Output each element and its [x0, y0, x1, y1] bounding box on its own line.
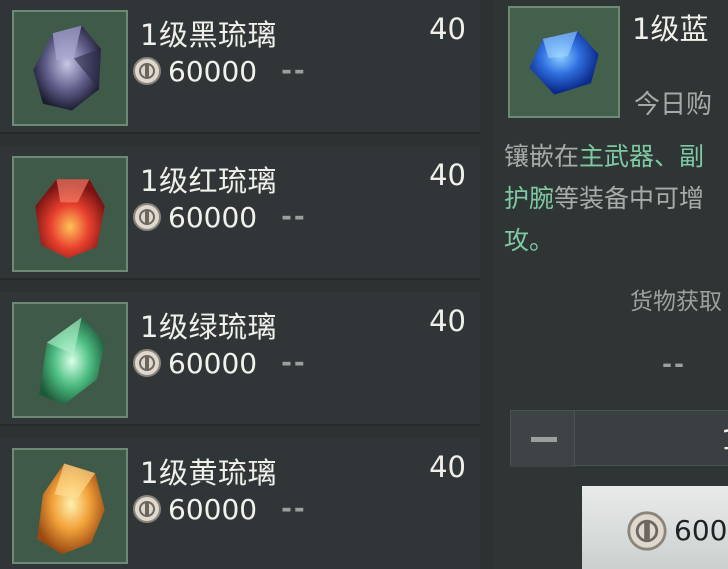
red-gem-icon — [35, 179, 105, 259]
price-row: 60000 -- — [132, 54, 307, 88]
item-thumbnail — [12, 10, 128, 126]
price-row: 60000 -- — [132, 492, 307, 526]
green-gem-icon — [39, 317, 105, 405]
detail-daily-limit: 今日购 — [634, 90, 713, 120]
buy-button[interactable]: 600 — [582, 486, 728, 569]
price-row: 60000 -- — [132, 200, 307, 234]
yellow-gem-icon — [37, 463, 105, 555]
item-price: 60000 — [168, 54, 258, 88]
item-status: -- — [281, 494, 307, 524]
list-item-green-glass[interactable]: 1级绿琉璃 40 60000 -- — [0, 292, 480, 426]
shop-screen: 1级黑琉璃 40 60000 -- 1级红琉璃 40 60000 -- 1级绿琉… — [0, 0, 728, 569]
list-item-red-glass[interactable]: 1级红琉璃 40 60000 -- — [0, 146, 480, 280]
item-count: 40 — [429, 158, 466, 192]
desc-highlight: 护腕 — [504, 184, 555, 213]
decrease-button[interactable] — [511, 411, 575, 467]
desc-line-2: 护腕等装备中可增 — [504, 184, 705, 213]
item-thumbnail — [12, 156, 128, 272]
item-price: 60000 — [168, 200, 258, 234]
quantity-stepper[interactable]: 1 — [510, 410, 728, 467]
black-gem-icon — [33, 25, 101, 111]
item-detail-panel: 1级蓝 今日购 镶嵌在主武器、副 护腕等装备中可增 攻。 货物获取 -- 1 6… — [494, 0, 728, 569]
detail-thumbnail — [508, 6, 620, 118]
item-name: 1级黑琉璃 — [140, 18, 277, 52]
detail-title: 1级蓝 — [632, 12, 709, 46]
desc-highlight: 主武器、副 — [579, 142, 705, 171]
coin-icon — [133, 57, 161, 85]
coin-icon — [627, 511, 667, 551]
price-row: 60000 -- — [132, 346, 307, 380]
item-status: -- — [281, 56, 307, 86]
coin-icon — [133, 349, 161, 377]
item-name: 1级红琉璃 — [140, 164, 277, 198]
desc-line-3: 攻。 — [504, 220, 728, 262]
item-count: 40 — [429, 450, 466, 484]
desc-line-1: 镶嵌在主武器、副 — [504, 142, 705, 171]
item-price: 60000 — [168, 492, 258, 526]
item-count: 40 — [429, 12, 466, 46]
minus-icon — [531, 437, 557, 442]
item-list: 1级黑琉璃 40 60000 -- 1级红琉璃 40 60000 -- 1级绿琉… — [0, 0, 480, 569]
item-status: -- — [281, 202, 307, 232]
list-item-black-glass[interactable]: 1级黑琉璃 40 60000 -- — [0, 0, 480, 134]
item-name: 1级黄琉璃 — [140, 456, 277, 490]
item-count: 40 — [429, 304, 466, 338]
detail-description: 镶嵌在主武器、副 护腕等装备中可增 攻。 — [504, 136, 728, 262]
coin-icon — [133, 495, 161, 523]
blue-gem-icon — [529, 31, 599, 95]
item-status: -- — [281, 348, 307, 378]
coin-icon — [133, 203, 161, 231]
item-thumbnail — [12, 302, 128, 418]
item-thumbnail — [12, 448, 128, 564]
item-name: 1级绿琉璃 — [140, 310, 277, 344]
desc-highlight: 攻。 — [504, 226, 555, 255]
list-item-yellow-glass[interactable]: 1级黄琉璃 40 60000 -- — [0, 438, 480, 569]
item-price: 60000 — [168, 346, 258, 380]
source-label: 货物获取 — [630, 289, 722, 315]
buy-price: 600 — [674, 514, 728, 547]
source-value: -- — [662, 350, 686, 378]
quantity-value: 1 — [721, 423, 728, 456]
